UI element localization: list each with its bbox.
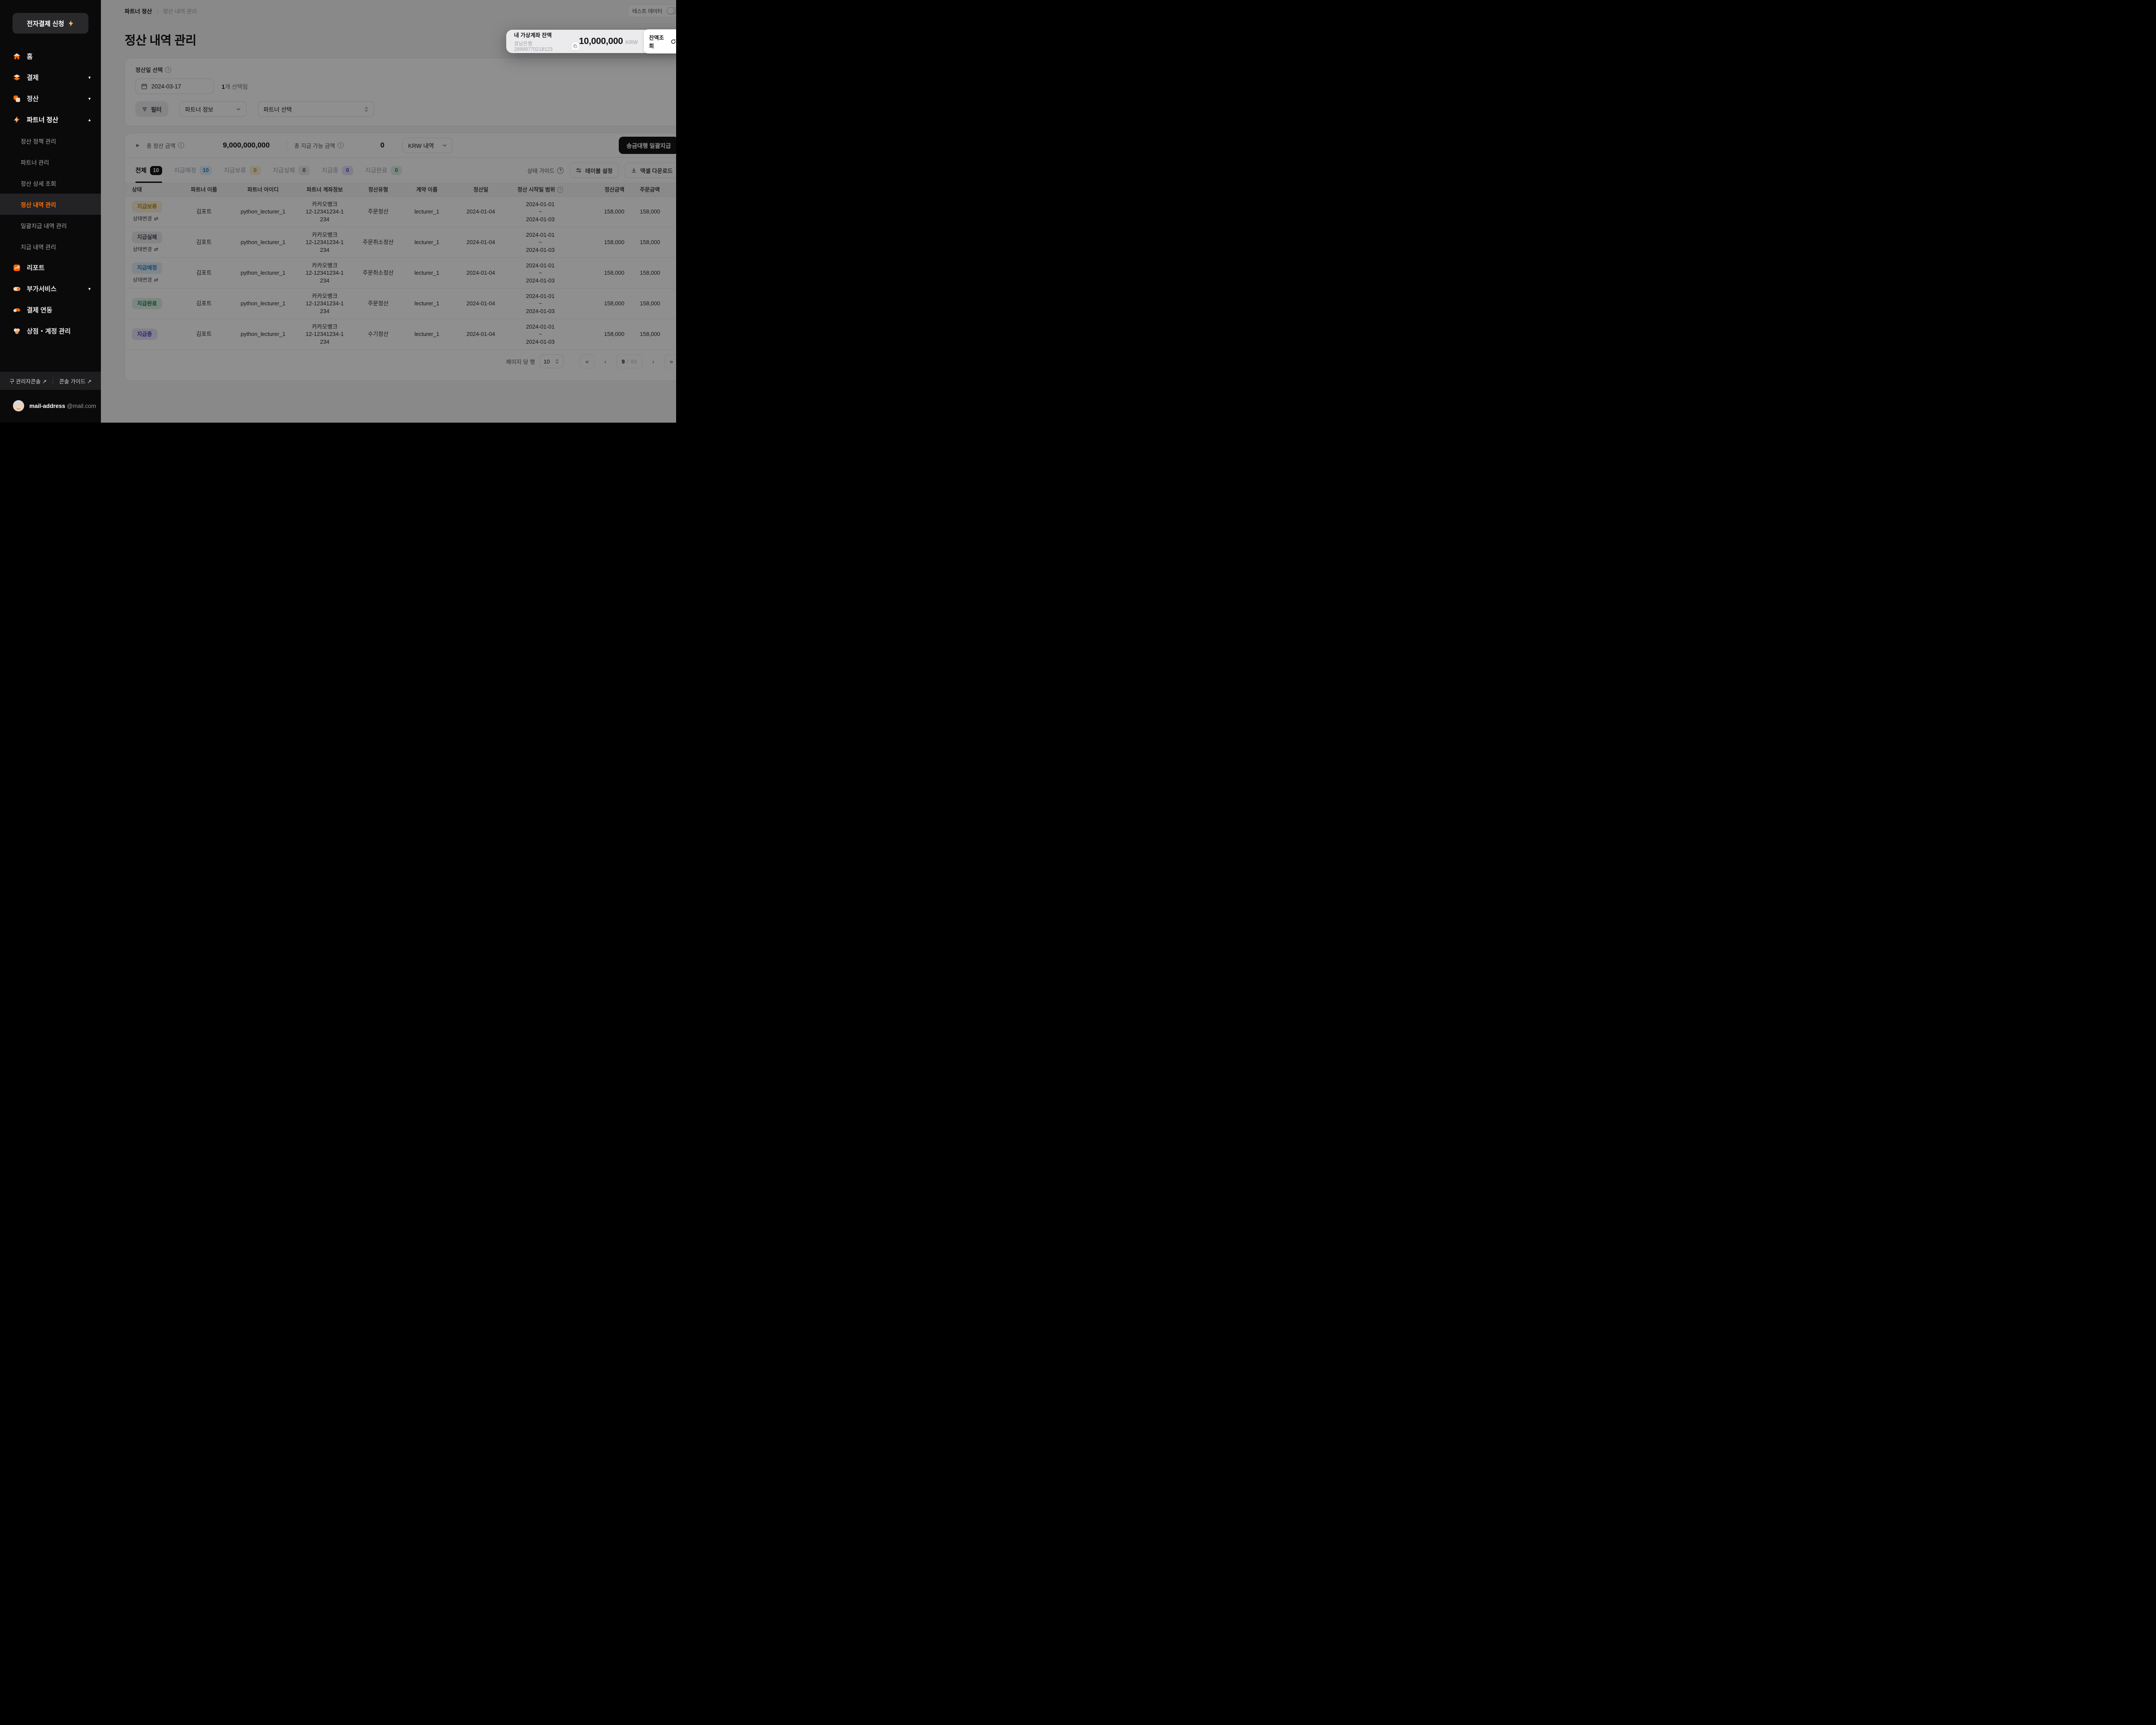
app-window: 전자결제 신청 홈 결제 ▼ [0, 0, 676, 423]
apply-epayment-button[interactable]: 전자결제 신청 [13, 13, 88, 34]
sidebar-subitem-settlement-detail[interactable]: 정산 상세 조회 [0, 172, 101, 194]
balance-info: 내 가상계좌 잔액 경남은행 28999770218123 [514, 31, 579, 52]
sidebar-subitem-label: 정산 상세 조회 [21, 179, 56, 188]
balance-amount: 10,000,000 [579, 36, 623, 47]
sidebar-item-label: 부가서비스 [27, 284, 88, 293]
pills-icon [13, 306, 21, 314]
balance-label: 내 가상계좌 잔액 [514, 31, 579, 39]
main-area: 파트너 정산 | 정산 내역 관리 테스트 데이터 정산 내역 관리 정산일 선… [101, 0, 676, 423]
sidebar-subitem-policy[interactable]: 정산 정책 관리 [0, 130, 101, 151]
sidebar-item-label: 홈 [27, 52, 95, 61]
sidebar-subitem-label: 파트너 관리 [21, 158, 49, 166]
avatar [13, 400, 24, 411]
sidebar-item-label: 리포트 [27, 263, 95, 272]
sidebar-item-label: 상점・계정 관리 [27, 326, 95, 336]
chevron-up-icon: ▲ [88, 118, 91, 122]
copy-icon[interactable] [572, 43, 579, 50]
sidebar-subitem-label: 정산 내역 관리 [21, 200, 56, 209]
lightning-icon [13, 116, 21, 124]
bolt-icon [68, 20, 74, 27]
sidebar-item-label: 결제 [27, 73, 88, 82]
sidebar: 전자결제 신청 홈 결제 ▼ [0, 0, 101, 423]
sidebar-footer-links: 구 관리자콘솔 ↗ 콘솔 가이드 ↗ [0, 372, 101, 390]
sidebar-item-report[interactable]: 리포트 [0, 257, 101, 278]
sidebar-item-store-account[interactable]: 상점・계정 관리 [0, 320, 101, 342]
sidebar-subitem-partner-mgmt[interactable]: 파트너 관리 [0, 151, 101, 172]
apply-epayment-label: 전자결제 신청 [27, 19, 64, 28]
sidebar-subitem-label: 일괄지급 내역 관리 [21, 221, 67, 230]
chevron-down-icon: ▼ [88, 287, 91, 291]
sidebar-item-partner-settlement[interactable]: 파트너 정산 ▲ [0, 109, 101, 130]
sidebar-subitem-label: 정산 정책 관리 [21, 137, 56, 145]
chart-icon [13, 264, 21, 272]
sidebar-item-settlement[interactable]: 정산 ▼ [0, 88, 101, 109]
sidebar-subitem-settlement-history[interactable]: 정산 내역 관리 [0, 194, 101, 215]
user-email: mail-address @mail.com [29, 403, 96, 409]
sidebar-item-integration[interactable]: 결제 연동 [0, 299, 101, 320]
sidebar-item-home[interactable]: 홈 [0, 46, 101, 67]
user-account-row[interactable]: mail-address @mail.com [0, 390, 101, 423]
chevron-down-icon: ▼ [88, 97, 91, 101]
circles-icon [13, 327, 21, 335]
user-email-domain: @mail.com [67, 403, 96, 409]
sidebar-item-label: 결제 연동 [27, 305, 95, 314]
dim-overlay [101, 0, 676, 423]
sidebar-item-payments[interactable]: 결제 ▼ [0, 67, 101, 88]
balance-currency: KRW [626, 39, 638, 45]
sidebar-subitem-payout-history[interactable]: 지급 내역 관리 [0, 236, 101, 257]
sidebar-item-addons[interactable]: 부가서비스 ▼ [0, 278, 101, 299]
bank-account-row: 경남은행 28999770218123 [514, 40, 579, 52]
check-balance-label: 잔액조회 [649, 33, 667, 50]
bank-account-text: 경남은행 28999770218123 [514, 40, 569, 52]
sidebar-footer: 구 관리자콘솔 ↗ 콘솔 가이드 ↗ mail-address @mail.co… [0, 372, 101, 423]
virtual-account-balance-card: 내 가상계좌 잔액 경남은행 28999770218123 10,000,000… [506, 30, 676, 53]
sidebar-menu: 홈 결제 ▼ 정산 ▼ 파트너 정산 ▲ [0, 46, 101, 342]
sidebar-subitem-label: 지급 내역 관리 [21, 242, 56, 251]
chevron-down-icon: ▼ [88, 75, 91, 80]
sidebar-item-label: 파트너 정산 [27, 115, 88, 124]
legacy-console-link[interactable]: 구 관리자콘솔 ↗ [9, 377, 47, 385]
user-email-name: mail-address [29, 403, 65, 409]
toggle-icon [13, 285, 21, 293]
check-balance-button[interactable]: 잔액조회 [644, 29, 676, 53]
console-guide-link[interactable]: 콘솔 가이드 ↗ [59, 377, 91, 385]
home-icon [13, 53, 21, 60]
refresh-icon [671, 39, 676, 44]
sidebar-item-label: 정산 [27, 94, 88, 103]
sidebar-subitem-bulk-payout[interactable]: 일괄지급 내역 관리 [0, 215, 101, 236]
stacked-squares-icon [13, 95, 21, 103]
layers-icon [13, 74, 21, 82]
